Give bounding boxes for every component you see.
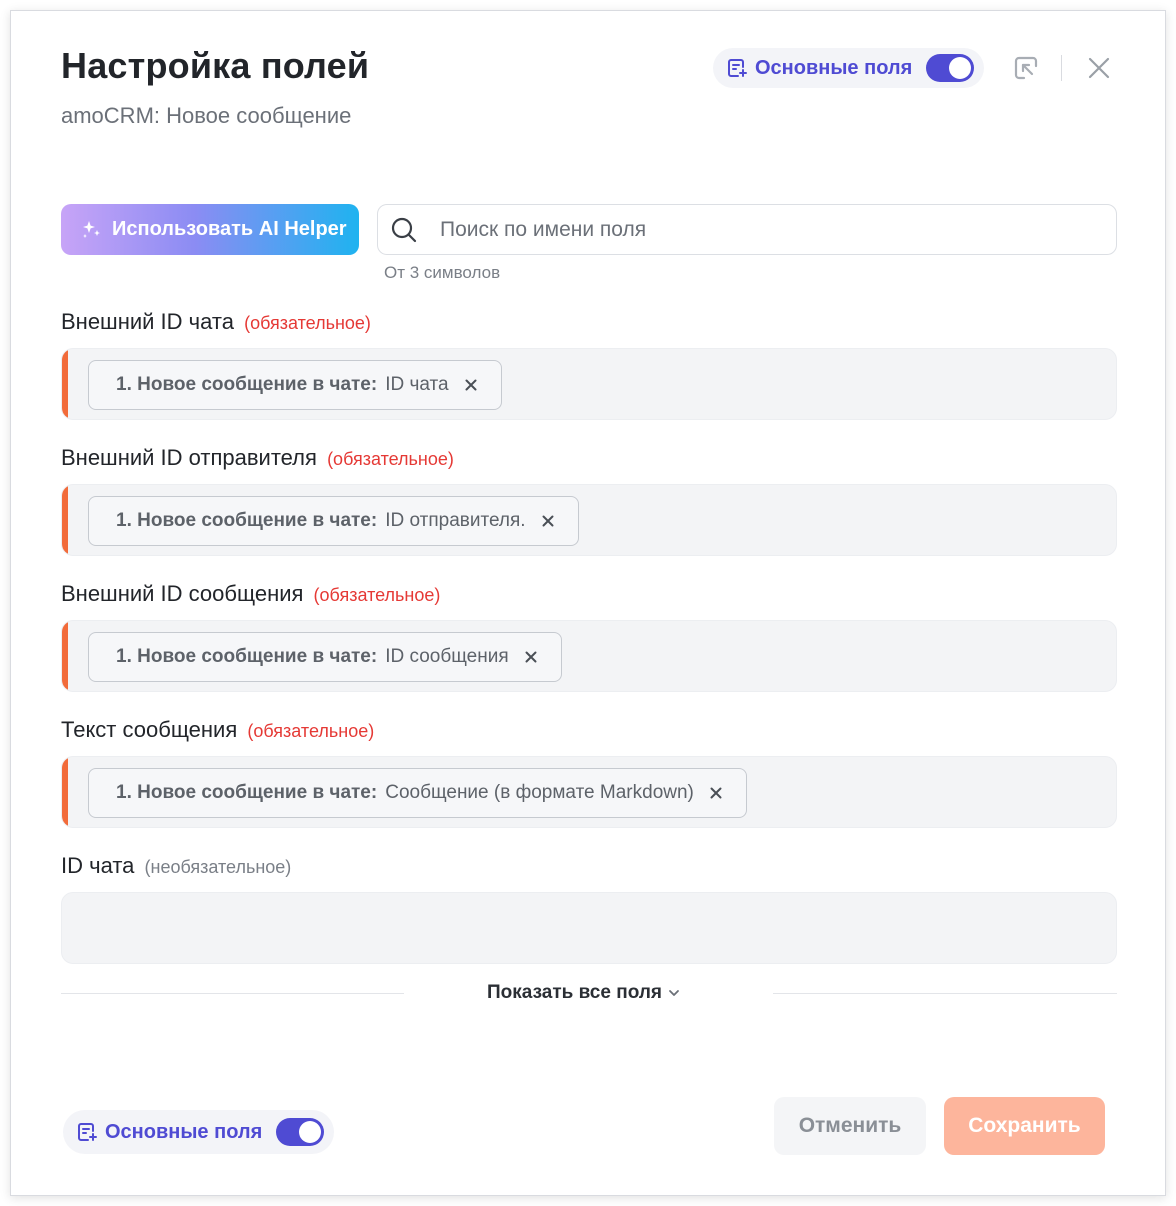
field-label-chat-id: ID чата (необязательное) <box>61 853 291 879</box>
required-badge: (обязательное) <box>327 449 454 469</box>
required-badge: (обязательное) <box>244 313 371 333</box>
field-input-external-sender-id[interactable]: 1. Новое сообщение в чате: ID отправител… <box>61 484 1117 556</box>
close-icon[interactable] <box>1082 51 1116 85</box>
chevron-down-icon <box>668 987 680 999</box>
search-input[interactable] <box>440 217 1080 242</box>
chip-value: ID чата <box>385 374 449 395</box>
main-fields-switch[interactable] <box>926 54 975 82</box>
switch-knob <box>949 57 972 79</box>
footer-main-fields-toggle-label: Основные поля <box>105 1120 263 1143</box>
field-label-message-text: Текст сообщения (обязательное) <box>61 717 374 743</box>
fields-list-icon <box>75 1120 99 1144</box>
remove-icon[interactable] <box>465 378 479 392</box>
chip-value: ID отправителя. <box>385 510 526 531</box>
field-label-text: Внешний ID отправителя <box>61 445 317 470</box>
field-label-text: Внешний ID чата <box>61 309 234 334</box>
variable-chip[interactable]: 1. Новое сообщение в чате: Сообщение (в … <box>88 768 747 818</box>
show-all-divider-right <box>773 993 1117 994</box>
header-divider <box>1061 55 1062 81</box>
ai-helper-label: Использовать AI Helper <box>112 218 347 240</box>
page-subtitle: amoCRM: Новое сообщение <box>61 103 352 128</box>
required-indicator <box>62 621 68 691</box>
show-all-fields-label: Показать все поля <box>487 982 662 1003</box>
field-label-text: Текст сообщения <box>61 717 238 742</box>
show-all-fields-button[interactable]: Показать все поля <box>487 982 680 1004</box>
field-label-external-sender-id: Внешний ID отправителя (обязательное) <box>61 445 454 471</box>
chip-value: Сообщение (в формате Markdown) <box>385 782 694 803</box>
collapse-arrow-icon[interactable] <box>1009 51 1043 85</box>
variable-chip[interactable]: 1. Новое сообщение в чате: ID чата <box>88 360 502 410</box>
cancel-button[interactable]: Отменить <box>774 1097 926 1155</box>
field-label-external-message-id: Внешний ID сообщения (обязательное) <box>61 581 440 607</box>
field-label-text: ID чата <box>61 853 135 878</box>
remove-icon[interactable] <box>542 514 556 528</box>
required-indicator <box>62 757 68 827</box>
field-input-chat-id[interactable] <box>61 892 1117 964</box>
field-label-external-chat-id: Внешний ID чата (обязательное) <box>61 309 371 335</box>
switch-knob <box>299 1121 322 1143</box>
required-badge: (обязательное) <box>313 585 441 605</box>
chip-source: 1. Новое сообщение в чате: <box>116 510 378 531</box>
page-title: Настройка полей <box>61 45 370 86</box>
main-fields-toggle-label: Основные поля <box>755 56 913 79</box>
chip-source: 1. Новое сообщение в чате: <box>116 782 378 803</box>
show-all-divider-left <box>61 993 404 994</box>
variable-chip[interactable]: 1. Новое сообщение в чате: ID отправител… <box>88 496 579 546</box>
optional-badge: (необязательное) <box>144 857 292 877</box>
main-fields-toggle[interactable]: Основные поля <box>713 48 985 88</box>
field-settings-dialog: Настройка полей amoCRM: Новое сообщение … <box>10 10 1166 1196</box>
required-indicator <box>62 485 68 555</box>
search-icon <box>390 216 418 244</box>
field-label-text: Внешний ID сообщения <box>61 581 304 606</box>
fields-list-icon <box>725 56 749 80</box>
chip-value: ID сообщения <box>385 646 509 667</box>
chip-source: 1. Новое сообщение в чате: <box>116 646 378 667</box>
footer-main-fields-switch[interactable] <box>276 1118 325 1146</box>
search-hint: От 3 символов <box>384 263 501 282</box>
chip-source: 1. Новое сообщение в чате: <box>116 374 378 395</box>
search-field[interactable] <box>377 204 1117 255</box>
field-input-message-text[interactable]: 1. Новое сообщение в чате: Сообщение (в … <box>61 756 1117 828</box>
variable-chip[interactable]: 1. Новое сообщение в чате: ID сообщения <box>88 632 562 682</box>
field-input-external-message-id[interactable]: 1. Новое сообщение в чате: ID сообщения <box>61 620 1117 692</box>
field-input-external-chat-id[interactable]: 1. Новое сообщение в чате: ID чата <box>61 348 1117 420</box>
save-button[interactable]: Сохранить <box>944 1097 1105 1155</box>
required-indicator <box>62 349 68 419</box>
remove-icon[interactable] <box>710 786 724 800</box>
sparkle-icon <box>79 218 103 242</box>
remove-icon[interactable] <box>525 650 539 664</box>
footer-main-fields-toggle[interactable]: Основные поля <box>63 1110 335 1154</box>
required-badge: (обязательное) <box>247 721 375 741</box>
ai-helper-button[interactable]: Использовать AI Helper <box>61 204 359 255</box>
